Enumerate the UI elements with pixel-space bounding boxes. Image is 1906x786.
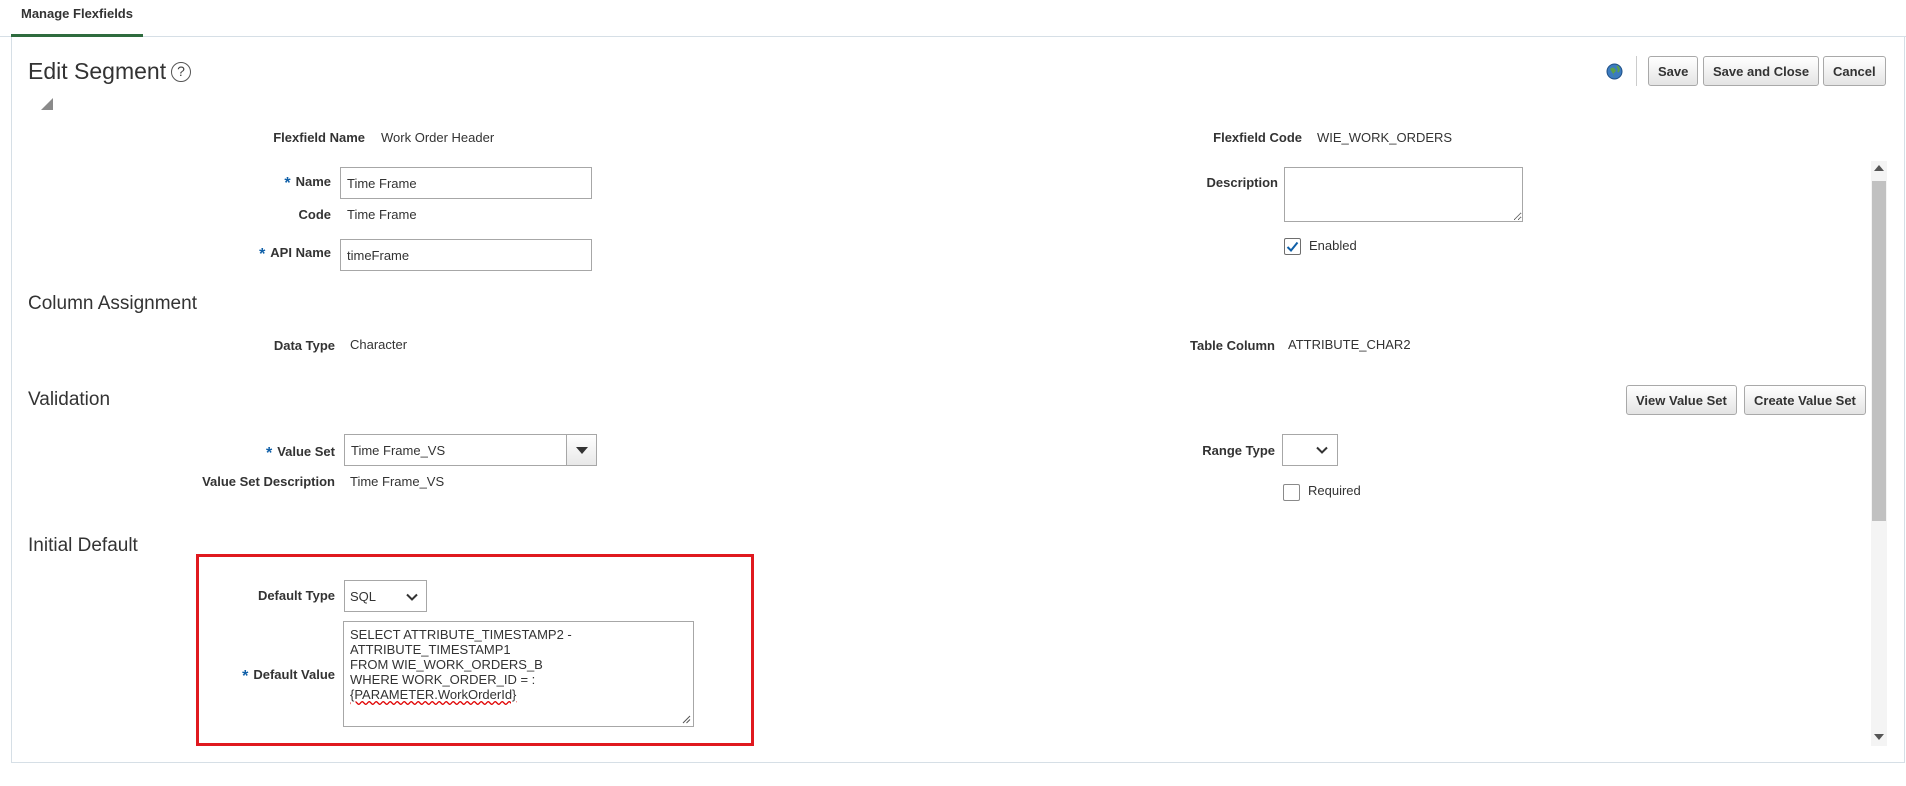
required-asterisk: * (242, 668, 249, 685)
value-set-dropdown-button[interactable] (566, 435, 596, 465)
value-set-description-value: Time Frame_VS (350, 474, 445, 489)
name-input[interactable] (340, 167, 592, 199)
default-value-line: {PARAMETER.WorkOrderId} (350, 687, 517, 702)
required-asterisk: * (284, 175, 291, 192)
globe-icon[interactable] (1606, 63, 1623, 80)
default-type-select[interactable]: SQL (344, 580, 427, 612)
required-asterisk: * (259, 246, 266, 263)
api-name-label: * API Name (259, 245, 331, 263)
default-value-line: FROM WIE_WORK_ORDERS_B (350, 657, 543, 672)
scroll-up-icon[interactable] (1874, 165, 1884, 171)
save-button[interactable]: Save (1648, 56, 1699, 86)
page-title: Edit Segment (28, 58, 167, 84)
dropdown-arrow-icon (576, 447, 588, 454)
value-set-combobox[interactable]: Time Frame_VS (344, 434, 597, 466)
chevron-down-icon (1316, 446, 1328, 454)
tab-manage-flexfields[interactable]: Manage Flexfields (11, 0, 143, 37)
description-input[interactable] (1284, 167, 1523, 222)
default-type-label: Default Type (257, 588, 335, 603)
required-label: Required (1308, 483, 1361, 498)
default-value-line: WHERE WORK_ORDER_ID = : (350, 672, 536, 687)
scroll-down-icon[interactable] (1874, 734, 1884, 740)
chevron-down-icon (406, 593, 418, 601)
code-label: Code (298, 207, 332, 222)
code-value: Time Frame (347, 207, 417, 222)
table-column-value: ATTRIBUTE_CHAR2 (1288, 337, 1411, 352)
resize-grip-icon[interactable] (681, 714, 691, 724)
toolbar-separator (1636, 56, 1637, 86)
check-icon (1286, 241, 1299, 252)
enabled-checkbox[interactable] (1284, 238, 1301, 255)
required-asterisk: * (265, 445, 273, 462)
required-checkbox[interactable] (1283, 484, 1300, 501)
flexfield-name-value: Work Order Header (381, 130, 495, 145)
content-panel (11, 37, 1905, 763)
view-value-set-button[interactable]: View Value Set (1626, 385, 1737, 415)
column-assignment-heading: Column Assignment (28, 293, 197, 314)
default-value-label: * Default Value (242, 667, 335, 685)
data-type-value: Character (350, 337, 408, 352)
value-set-description-label: Value Set Description (202, 474, 335, 489)
flexfield-code-value: WIE_WORK_ORDERS (1317, 130, 1453, 145)
help-icon[interactable]: ? (171, 62, 191, 82)
default-value-textarea[interactable]: SELECT ATTRIBUTE_TIMESTAMP2 - ATTRIBUTE_T… (343, 621, 694, 727)
range-type-label: Range Type (1202, 443, 1275, 458)
tab-bar: Manage Flexfields (0, 0, 1906, 37)
table-column-label: Table Column (1190, 338, 1275, 353)
api-name-input[interactable] (340, 239, 592, 271)
value-set-label: * Value Set (265, 444, 335, 462)
data-type-label: Data Type (273, 338, 335, 353)
description-label: Description (1206, 175, 1278, 190)
default-value-line: SELECT ATTRIBUTE_TIMESTAMP2 - (350, 627, 572, 642)
value-set-value: Time Frame_VS (351, 443, 446, 458)
collapse-icon[interactable] (41, 98, 53, 110)
scrollbar-thumb[interactable] (1872, 181, 1886, 521)
range-type-select[interactable] (1282, 434, 1338, 466)
vertical-scrollbar[interactable] (1871, 161, 1887, 746)
enabled-label: Enabled (1309, 238, 1357, 253)
default-value-line: ATTRIBUTE_TIMESTAMP1 (350, 642, 511, 657)
name-label: * Name (284, 174, 331, 192)
save-and-close-button[interactable]: Save and Close (1703, 56, 1820, 86)
create-value-set-button[interactable]: Create Value Set (1744, 385, 1866, 415)
cancel-button[interactable]: Cancel (1823, 56, 1886, 86)
initial-default-heading: Initial Default (28, 535, 138, 556)
default-type-value: SQL (350, 589, 377, 604)
flexfield-name-label: Flexfield Name (273, 130, 365, 145)
flexfield-code-label: Flexfield Code (1213, 130, 1302, 145)
validation-heading: Validation (28, 389, 111, 410)
